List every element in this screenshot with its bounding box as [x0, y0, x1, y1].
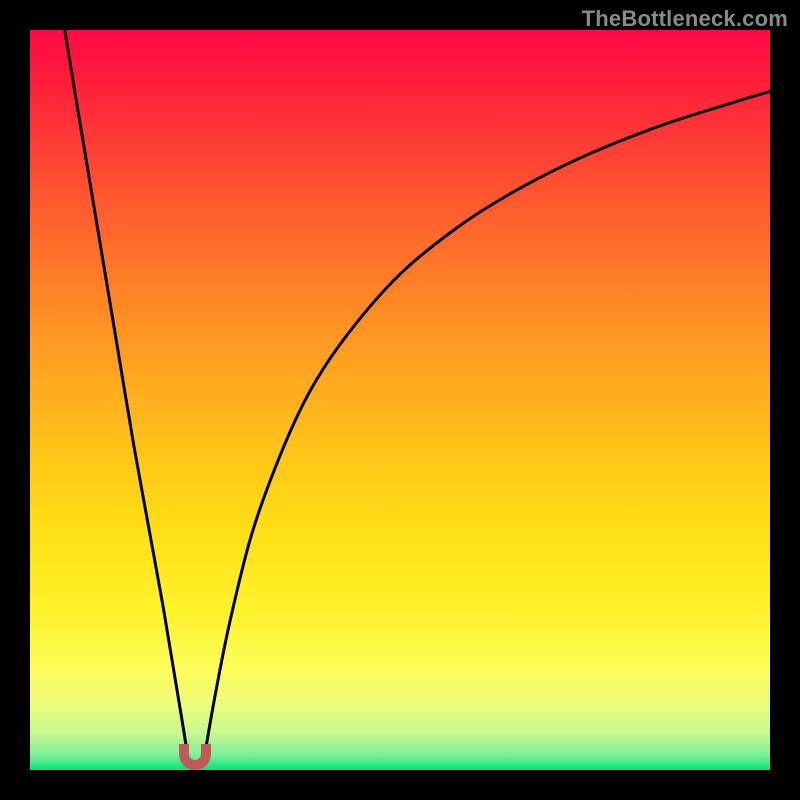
curve-right-path [205, 91, 770, 755]
watermark-text: TheBottleneck.com [582, 6, 788, 32]
chart-plot-area [30, 30, 770, 770]
curve-left-path [65, 30, 188, 755]
bottleneck-curve [30, 30, 770, 770]
curve-minimum-marker [179, 744, 211, 770]
